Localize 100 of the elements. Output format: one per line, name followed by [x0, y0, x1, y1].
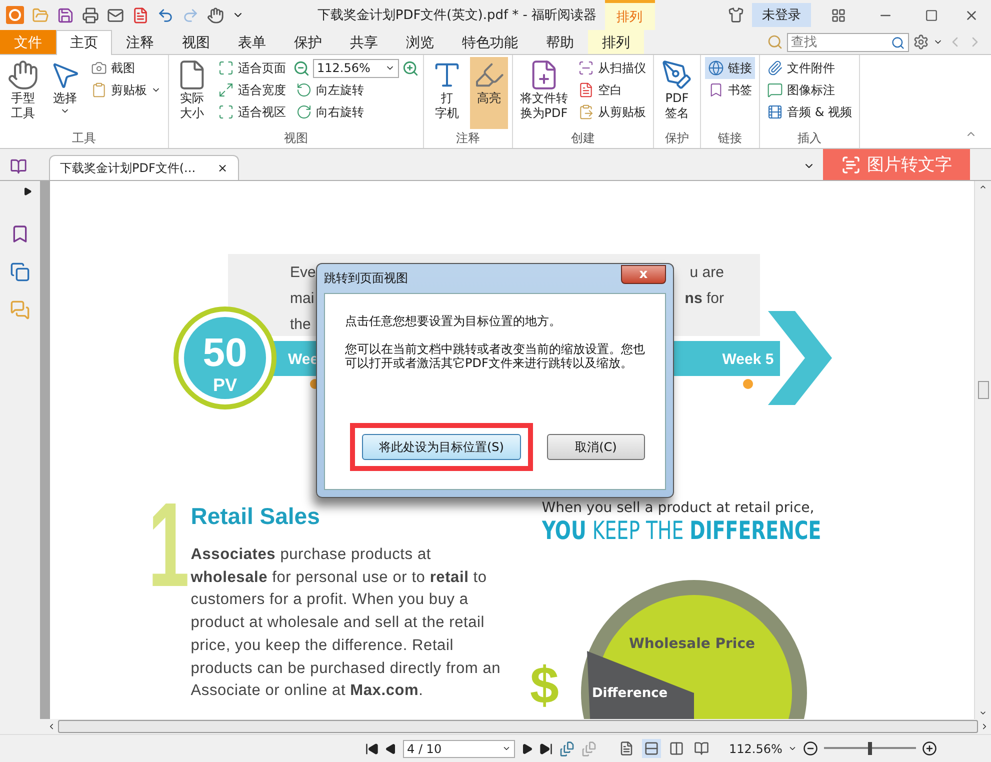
slider-thumb[interactable]	[868, 742, 872, 755]
badge-unit: PV	[213, 375, 237, 395]
camera-icon	[91, 60, 107, 76]
reader-logo-icon[interactable]	[10, 158, 27, 175]
rotate-right-icon	[296, 104, 312, 120]
scroll-left-icon[interactable]	[47, 722, 56, 731]
timeline-dot	[743, 379, 753, 389]
ribbon-button[interactable]: 书签	[705, 79, 755, 101]
previous-view-icon[interactable]	[559, 740, 575, 756]
dialog-detail: 您可以在当前文档中跳转或者改变当前的缩放设置。您也可以打开或者激活其它PDF文件来进行跳转以及缩放。	[345, 342, 645, 370]
group-label: 创建	[570, 130, 596, 147]
document-tab-label: 下载奖金计划PDF文件(...	[60, 160, 196, 176]
rotate-left-icon	[296, 82, 312, 98]
ribbon-button[interactable]: 手型 工具	[4, 57, 42, 129]
fit-visible-icon	[218, 104, 234, 120]
printer-icon[interactable]	[82, 6, 99, 24]
scroll-down-icon[interactable]	[979, 709, 987, 717]
ribbon-button[interactable]: 从扫描仪	[575, 57, 649, 79]
blank-page-icon	[578, 82, 594, 98]
search-icon[interactable]	[891, 36, 905, 50]
window-title: 下载奖金计划PDF文件(英文).pdf * - 福昕阅读器	[317, 7, 597, 24]
ribbon-button[interactable]: 将文件转 换为PDF	[517, 57, 571, 129]
ribbon-button[interactable]: 向左旋转	[293, 79, 419, 101]
ribbon-button[interactable]: 文件附件	[764, 57, 855, 79]
fit-width-icon	[218, 82, 234, 98]
image-note-icon	[767, 82, 783, 98]
pages-panel-icon[interactable]	[10, 262, 30, 282]
undo-icon[interactable]	[157, 6, 174, 24]
zoom-combo[interactable]: 112.56%	[313, 58, 399, 78]
shirt-icon[interactable]	[728, 7, 744, 23]
group-label: 插入	[796, 130, 822, 147]
globe-icon	[708, 60, 724, 76]
menu-tab[interactable]: 浏览	[392, 30, 448, 54]
intro-text: mai	[290, 289, 316, 309]
settings-icon[interactable]	[913, 34, 929, 50]
scroll-up-icon[interactable]	[979, 183, 987, 191]
zoom-in-icon[interactable]	[922, 741, 938, 756]
page-number-field[interactable]: 4 / 10	[403, 740, 515, 758]
week-label: Week 5	[722, 351, 774, 368]
dialog-button[interactable]: 将此处设为目标位置(S)	[362, 434, 521, 460]
save-icon[interactable]	[57, 6, 74, 24]
login-button[interactable]: 未登录	[752, 3, 811, 27]
expand-panel-icon[interactable]	[22, 187, 32, 196]
ribbon-button[interactable]: 适合页面	[215, 57, 289, 79]
last-page-icon[interactable]	[539, 742, 553, 756]
section-paragraph: Associates purchase products at wholesale for personal use or to retail to customers for a profit. When you buy a product at wholesale and sell at the retail price, you keep the difference. Retail products can be purchased directly from an Associate or online at Max.com.	[190, 545, 502, 702]
scroll-thumb[interactable]	[58, 720, 978, 733]
section-heading: Retail Sales	[190, 503, 321, 530]
ribbon-button[interactable]: 实际 大小	[173, 57, 211, 129]
document-tab[interactable]: 下载奖金计划PDF文件(... ×	[49, 155, 239, 180]
ribbon-button[interactable]: 向右旋转	[293, 101, 419, 123]
intro-text: u are	[688, 263, 724, 283]
menu-tab[interactable]: 表单	[224, 30, 280, 54]
caret-icon[interactable]	[788, 744, 798, 753]
first-page-icon[interactable]	[365, 742, 379, 756]
ribbon-button[interactable]: 空白	[575, 79, 649, 101]
ribbon-button[interactable]: 图像标注	[764, 79, 855, 101]
zoom-out-icon[interactable]	[803, 741, 818, 756]
menu-tab[interactable]: 视图	[168, 30, 224, 54]
menu-tab[interactable]: 主页	[56, 30, 112, 55]
intro-text: Eve	[290, 263, 316, 283]
ribbon-button[interactable]: 选择	[46, 57, 84, 129]
dialog-button[interactable]: 取消(C)	[546, 434, 645, 460]
ribbon-button[interactable]: 音频 & 视频	[764, 101, 855, 123]
fullscreen-icon[interactable]	[831, 8, 846, 22]
ribbon-button[interactable]: 适合视区	[215, 101, 289, 123]
mail-icon[interactable]	[107, 6, 124, 24]
ocr-icon	[841, 154, 861, 174]
ribbon-button[interactable]: 链接	[705, 57, 755, 79]
next-page-icon[interactable]	[521, 742, 533, 754]
scroll-thumb[interactable]	[978, 381, 988, 399]
previous-page-icon[interactable]	[385, 742, 397, 754]
maximize-icon[interactable]	[925, 8, 938, 22]
ribbon-button[interactable]: 剪贴板	[88, 79, 164, 101]
group-label: 保护	[664, 130, 690, 147]
caret-icon	[502, 744, 511, 753]
app-logo-icon[interactable]	[6, 6, 24, 24]
ribbon-button[interactable]: 打 字机	[428, 57, 466, 129]
ribbon-button[interactable]: 适合宽度	[215, 79, 289, 101]
touch-mode-icon[interactable]	[207, 6, 224, 24]
view-mode-button[interactable]	[642, 739, 661, 758]
zoom-value[interactable]: 112.56%	[729, 742, 782, 756]
vertical-scrollbar[interactable]	[974, 181, 991, 719]
clipboard-icon	[91, 82, 107, 98]
group-label: 注释	[455, 130, 481, 147]
close-tab-button[interactable]: ×	[218, 161, 228, 175]
menu-tab[interactable]: 帮助	[532, 30, 588, 54]
ribbon-button[interactable]: 从剪贴板	[575, 101, 649, 123]
menu-tab[interactable]: 排列	[588, 30, 644, 54]
ribbon-button[interactable]: 截图	[88, 57, 164, 79]
menu-tab[interactable]: 特色功能	[448, 30, 532, 54]
new-file-icon[interactable]	[132, 6, 149, 24]
menu-tab[interactable]: 注释	[112, 30, 168, 54]
scroll-right-icon[interactable]	[980, 722, 989, 731]
menu-tab[interactable]: 保护	[280, 30, 336, 54]
ribbon-button[interactable]: PDF 签名	[658, 57, 696, 129]
ribbon-button[interactable]: 高亮	[470, 57, 508, 129]
menu-tab[interactable]: 共享	[336, 30, 392, 54]
search-field[interactable]: 查找	[787, 32, 909, 52]
pie-label: Difference	[592, 686, 668, 701]
